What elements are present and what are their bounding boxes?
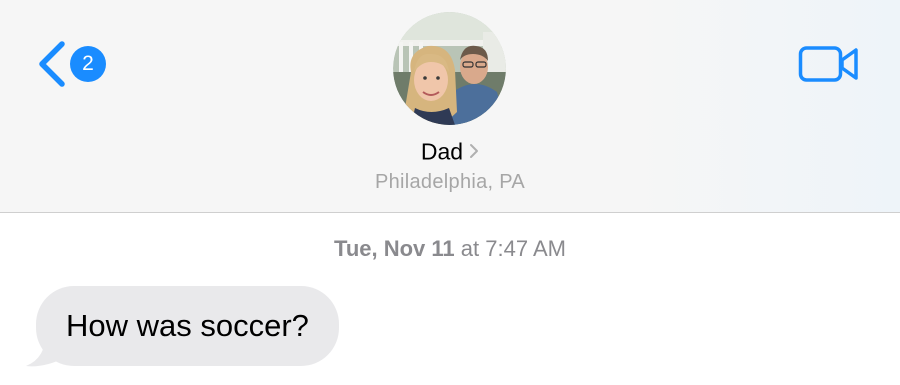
- avatar-photo: [393, 12, 506, 125]
- chevron-right-icon: [470, 143, 479, 158]
- contact-name-button[interactable]: Dad: [0, 137, 900, 165]
- contact-location: Philadelphia, PA: [374, 171, 526, 193]
- contact-name: Dad: [420, 138, 464, 165]
- timestamp-at: at: [454, 236, 486, 261]
- conversation-header: 2 Dad Philadelphia, PA: [0, 0, 900, 213]
- message-bubble: How was soccer?: [36, 286, 339, 366]
- messages-conversation-screen: 2 Dad Philadelphia, PA Tue, Nov 11 at 7:…: [0, 0, 900, 385]
- video-camera-icon[interactable]: [798, 45, 861, 83]
- chevron-left-icon: [39, 41, 65, 87]
- timestamp-day: Tue, Nov 11: [334, 236, 455, 261]
- unread-count-badge: 2: [70, 46, 106, 82]
- incoming-message[interactable]: How was soccer?: [24, 286, 339, 367]
- message-timestamp: Tue, Nov 11 at 7:47 AM: [0, 236, 900, 262]
- contact-avatar[interactable]: [393, 12, 506, 125]
- timestamp-time: 7:47 AM: [485, 236, 566, 261]
- back-button[interactable]: 2: [34, 40, 118, 88]
